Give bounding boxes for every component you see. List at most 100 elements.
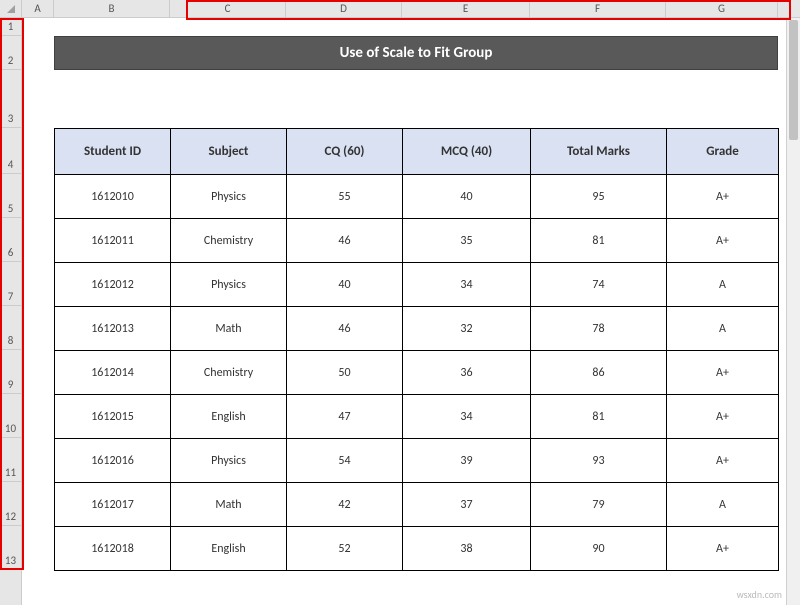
table-cell[interactable]: Physics [171,175,287,219]
table-row: 1612014Chemistry503686A+ [55,351,779,395]
table-header-cell[interactable]: Student ID [55,129,171,175]
table-cell[interactable]: 95 [531,175,667,219]
table-cell[interactable]: A [667,483,779,527]
table-row: 1612018English523890A+ [55,527,779,571]
data-table: Student IDSubjectCQ (60)MCQ (40)Total Ma… [54,128,779,571]
table-cell[interactable]: 93 [531,439,667,483]
table-cell[interactable]: 79 [531,483,667,527]
table-cell[interactable]: 34 [403,395,531,439]
select-all-icon [7,5,15,13]
row-header-8[interactable]: 8 [0,306,21,350]
table-cell[interactable]: A+ [667,527,779,571]
table-cell[interactable]: 1612018 [55,527,171,571]
table-cell[interactable]: 81 [531,395,667,439]
table-header-cell[interactable]: MCQ (40) [403,129,531,175]
table-cell[interactable]: A [667,263,779,307]
title-banner: Use of Scale to Fit Group [54,36,778,70]
table-cell[interactable]: English [171,395,287,439]
row-header-13[interactable]: 13 [0,526,21,570]
column-header-f[interactable]: F [530,0,666,17]
table-row: 1612011Chemistry463581A+ [55,219,779,263]
table-cell[interactable]: Physics [171,263,287,307]
title-text: Use of Scale to Fit Group [340,44,493,62]
table-cell[interactable]: 50 [287,351,403,395]
column-header-a[interactable]: A [22,0,54,17]
table-cell[interactable]: 46 [287,307,403,351]
table-cell[interactable]: 37 [403,483,531,527]
row-header-2[interactable]: 2 [0,36,21,70]
scrollbar-thumb[interactable] [789,20,798,140]
table-cell[interactable]: A+ [667,175,779,219]
table-cell[interactable]: 1612011 [55,219,171,263]
column-header-b[interactable]: B [54,0,170,17]
row-header-4[interactable]: 4 [0,128,21,174]
table-cell[interactable]: 1612010 [55,175,171,219]
row-header-10[interactable]: 10 [0,394,21,438]
table-cell[interactable]: 81 [531,219,667,263]
table-cell[interactable]: Physics [171,439,287,483]
select-all-corner[interactable] [0,0,22,18]
table-cell[interactable]: 35 [403,219,531,263]
vertical-scrollbar[interactable] [786,18,800,605]
row-header-1[interactable]: 1 [0,18,21,36]
table-cell[interactable]: 74 [531,263,667,307]
column-header-g[interactable]: G [666,0,778,17]
table-cell[interactable]: 40 [287,263,403,307]
table-header-cell[interactable]: Grade [667,129,779,175]
table-cell[interactable]: Math [171,483,287,527]
table-cell[interactable]: 47 [287,395,403,439]
table-cell[interactable]: A+ [667,395,779,439]
table-cell[interactable]: 86 [531,351,667,395]
table-cell[interactable]: 38 [403,527,531,571]
table-row: 1612017Math423779A [55,483,779,527]
table-cell[interactable]: Math [171,307,287,351]
row-header-7[interactable]: 7 [0,262,21,306]
table-header-cell[interactable]: Subject [171,129,287,175]
table-cell[interactable]: A+ [667,219,779,263]
table-header-cell[interactable]: Total Marks [531,129,667,175]
column-header-e[interactable]: E [402,0,530,17]
table-cell[interactable]: 55 [287,175,403,219]
row-header-3[interactable]: 3 [0,70,21,128]
table-cell[interactable]: Chemistry [171,219,287,263]
table-cell[interactable]: 1612012 [55,263,171,307]
table-cell[interactable]: 36 [403,351,531,395]
table-cell[interactable]: Chemistry [171,351,287,395]
watermark: wsxdn.com [737,588,782,601]
table-cell[interactable]: 1612017 [55,483,171,527]
table-row: 1612010Physics554095A+ [55,175,779,219]
table-cell[interactable]: 54 [287,439,403,483]
table-cell[interactable]: 1612016 [55,439,171,483]
row-header-9[interactable]: 9 [0,350,21,394]
column-header-d[interactable]: D [286,0,402,17]
row-header-bar: 12345678910111213 [0,18,22,605]
table-row: 1612015English473481A+ [55,395,779,439]
table-cell[interactable]: 39 [403,439,531,483]
table-cell[interactable]: A+ [667,439,779,483]
column-header-c[interactable]: C [170,0,286,17]
table-cell[interactable]: 42 [287,483,403,527]
table-cell[interactable]: 1612015 [55,395,171,439]
table-cell[interactable]: A+ [667,351,779,395]
table-cell[interactable]: 52 [287,527,403,571]
table-cell[interactable]: 40 [403,175,531,219]
table-cell[interactable]: 46 [287,219,403,263]
table-cell[interactable]: 1612013 [55,307,171,351]
table-cell[interactable]: 90 [531,527,667,571]
table-cell[interactable]: 1612014 [55,351,171,395]
table-cell[interactable]: A [667,307,779,351]
table-header-row: Student IDSubjectCQ (60)MCQ (40)Total Ma… [55,129,779,175]
table-row: 1612012Physics403474A [55,263,779,307]
table-row: 1612016Physics543993A+ [55,439,779,483]
row-header-11[interactable]: 11 [0,438,21,482]
table-cell[interactable]: 32 [403,307,531,351]
row-header-6[interactable]: 6 [0,218,21,262]
row-header-12[interactable]: 12 [0,482,21,526]
table-cell[interactable]: 78 [531,307,667,351]
table-cell[interactable]: English [171,527,287,571]
table-row: 1612013Math463278A [55,307,779,351]
row-header-5[interactable]: 5 [0,174,21,218]
sheet-area[interactable]: Use of Scale to Fit Group Student IDSubj… [22,18,800,605]
table-header-cell[interactable]: CQ (60) [287,129,403,175]
table-cell[interactable]: 34 [403,263,531,307]
